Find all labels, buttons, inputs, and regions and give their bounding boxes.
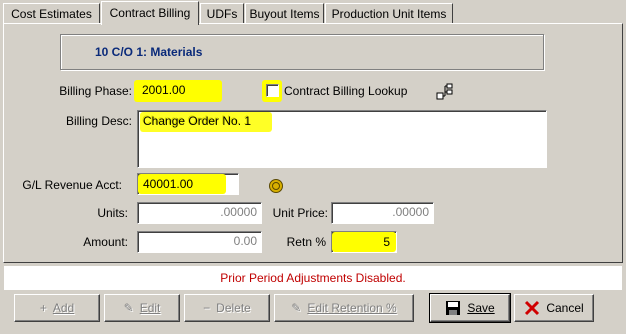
tab-buyout-items[interactable]: Buyout Items bbox=[245, 3, 324, 23]
edit-pencil-icon: ✎ bbox=[291, 301, 302, 315]
billing-phase-input[interactable]: 2001.00 bbox=[138, 81, 220, 101]
item-header-box: 10 C/O 1: Materials bbox=[60, 34, 544, 70]
tab-contract-billing[interactable]: Contract Billing bbox=[101, 1, 199, 25]
billing-desc-overlay-text: Change Order No. 1 bbox=[143, 114, 252, 128]
amount-label: Amount: bbox=[83, 235, 128, 249]
edit-retention-button-label: Edit Retention % bbox=[307, 301, 397, 315]
item-header-title: 10 C/O 1: Materials bbox=[95, 45, 203, 59]
amount-input[interactable]: 0.00 bbox=[137, 231, 262, 253]
cancel-button-label: Cancel bbox=[546, 301, 584, 315]
edit-retention-button[interactable]: ✎ Edit Retention % bbox=[274, 294, 414, 322]
billing-desc-label: Billing Desc: bbox=[65, 114, 132, 128]
gold-coin-icon[interactable] bbox=[268, 178, 284, 197]
billing-phase-label: Billing Phase: bbox=[59, 84, 132, 98]
plus-icon: + bbox=[39, 301, 47, 315]
tab-production-unit-items[interactable]: Production Unit Items bbox=[325, 3, 453, 23]
units-input[interactable]: .00000 bbox=[137, 202, 262, 224]
red-x-icon bbox=[525, 300, 540, 316]
retn-percent-input: 5 bbox=[383, 235, 390, 249]
tab-udfs[interactable]: UDFs bbox=[200, 3, 244, 23]
cancel-button[interactable]: Cancel bbox=[514, 294, 594, 322]
contract-billing-lookup-checkbox[interactable] bbox=[266, 84, 279, 97]
gl-revenue-acct-label: G/L Revenue Acct: bbox=[22, 178, 122, 192]
add-button-label: Add bbox=[52, 301, 75, 315]
minus-icon: − bbox=[203, 301, 211, 315]
tab-label: UDFs bbox=[206, 7, 238, 21]
tab-label: Contract Billing bbox=[109, 6, 191, 20]
unit-price-label: Unit Price: bbox=[272, 206, 328, 220]
tab-label: Cost Estimates bbox=[11, 7, 92, 21]
unit-price-input[interactable]: .00000 bbox=[331, 202, 434, 224]
save-button[interactable]: Save bbox=[429, 293, 511, 323]
contract-billing-lookup-label: Contract Billing Lookup bbox=[284, 84, 408, 98]
tree-hierarchy-icon[interactable] bbox=[436, 82, 456, 105]
gl-revenue-acct-input: 40001.00 bbox=[143, 177, 194, 191]
tab-label: Production Unit Items bbox=[331, 7, 447, 21]
edit-pencil-icon: ✎ bbox=[123, 301, 134, 315]
status-message: Prior Period Adjustments Disabled. bbox=[4, 266, 622, 290]
retn-percent-label: Retn % bbox=[286, 235, 326, 249]
tab-cost-estimates[interactable]: Cost Estimates bbox=[3, 3, 100, 23]
floppy-disk-icon bbox=[446, 301, 461, 315]
edit-button[interactable]: ✎ Edit bbox=[104, 294, 180, 322]
add-button[interactable]: + Add bbox=[14, 294, 100, 322]
units-label: Units: bbox=[97, 206, 128, 220]
tab-label: Buyout Items bbox=[249, 7, 320, 21]
delete-button-label: Delete bbox=[216, 301, 251, 315]
save-button-label: Save bbox=[467, 301, 495, 315]
delete-button[interactable]: − Delete bbox=[184, 294, 270, 322]
edit-button-label: Edit bbox=[139, 301, 161, 315]
